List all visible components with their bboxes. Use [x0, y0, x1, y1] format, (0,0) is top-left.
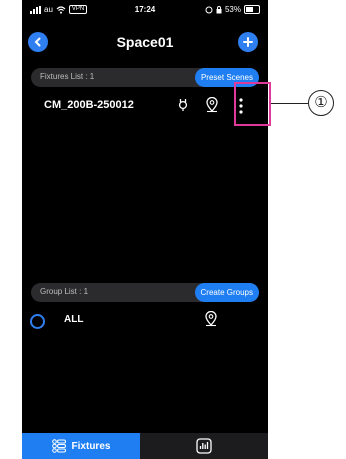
plug-icon[interactable] — [177, 98, 189, 112]
plus-icon — [243, 37, 253, 47]
equalizer-icon — [196, 438, 212, 454]
battery-icon — [244, 5, 260, 14]
status-bar: au VPN 17:24 53% — [22, 0, 268, 22]
tab-bar: Fixtures — [22, 433, 268, 459]
annotation-callout: ① — [308, 90, 334, 116]
group-list-bar: Group List : 1 Create Groups — [31, 283, 259, 302]
fixtures-list-label: Fixtures List : 1 — [40, 72, 95, 81]
alarm-icon — [205, 6, 213, 13]
tab-fixtures[interactable]: Fixtures — [22, 433, 140, 459]
group-row[interactable]: ALL — [22, 309, 268, 335]
fixtures-list-bar: Fixtures List : 1 Preset Scenes — [31, 68, 259, 87]
location-pin-icon[interactable] — [204, 311, 218, 327]
group-name: ALL — [64, 314, 84, 325]
annotation-highlight-box — [234, 82, 271, 126]
fixtures-icon — [51, 439, 66, 453]
fixture-row[interactable]: CM_200B-250012 — [22, 93, 268, 119]
tab-fixtures-label: Fixtures — [71, 440, 111, 452]
location-pin-icon[interactable] — [205, 97, 219, 113]
annotation-leader-line — [271, 103, 308, 104]
group-list-label: Group List : 1 — [40, 287, 89, 296]
status-right: 53% — [205, 5, 260, 14]
group-radio[interactable] — [30, 314, 45, 329]
add-button[interactable] — [238, 32, 258, 52]
app-screen: au VPN 17:24 53% Space01 Fixtures List :… — [22, 0, 268, 459]
page-title: Space01 — [116, 34, 174, 50]
lock-rotation-icon — [216, 5, 222, 13]
app-header: Space01 — [22, 28, 268, 56]
tab-equalizer[interactable] — [140, 433, 268, 459]
battery-percent: 53% — [224, 5, 241, 14]
fixture-name: CM_200B-250012 — [44, 99, 134, 111]
create-groups-button[interactable]: Create Groups — [194, 283, 259, 302]
